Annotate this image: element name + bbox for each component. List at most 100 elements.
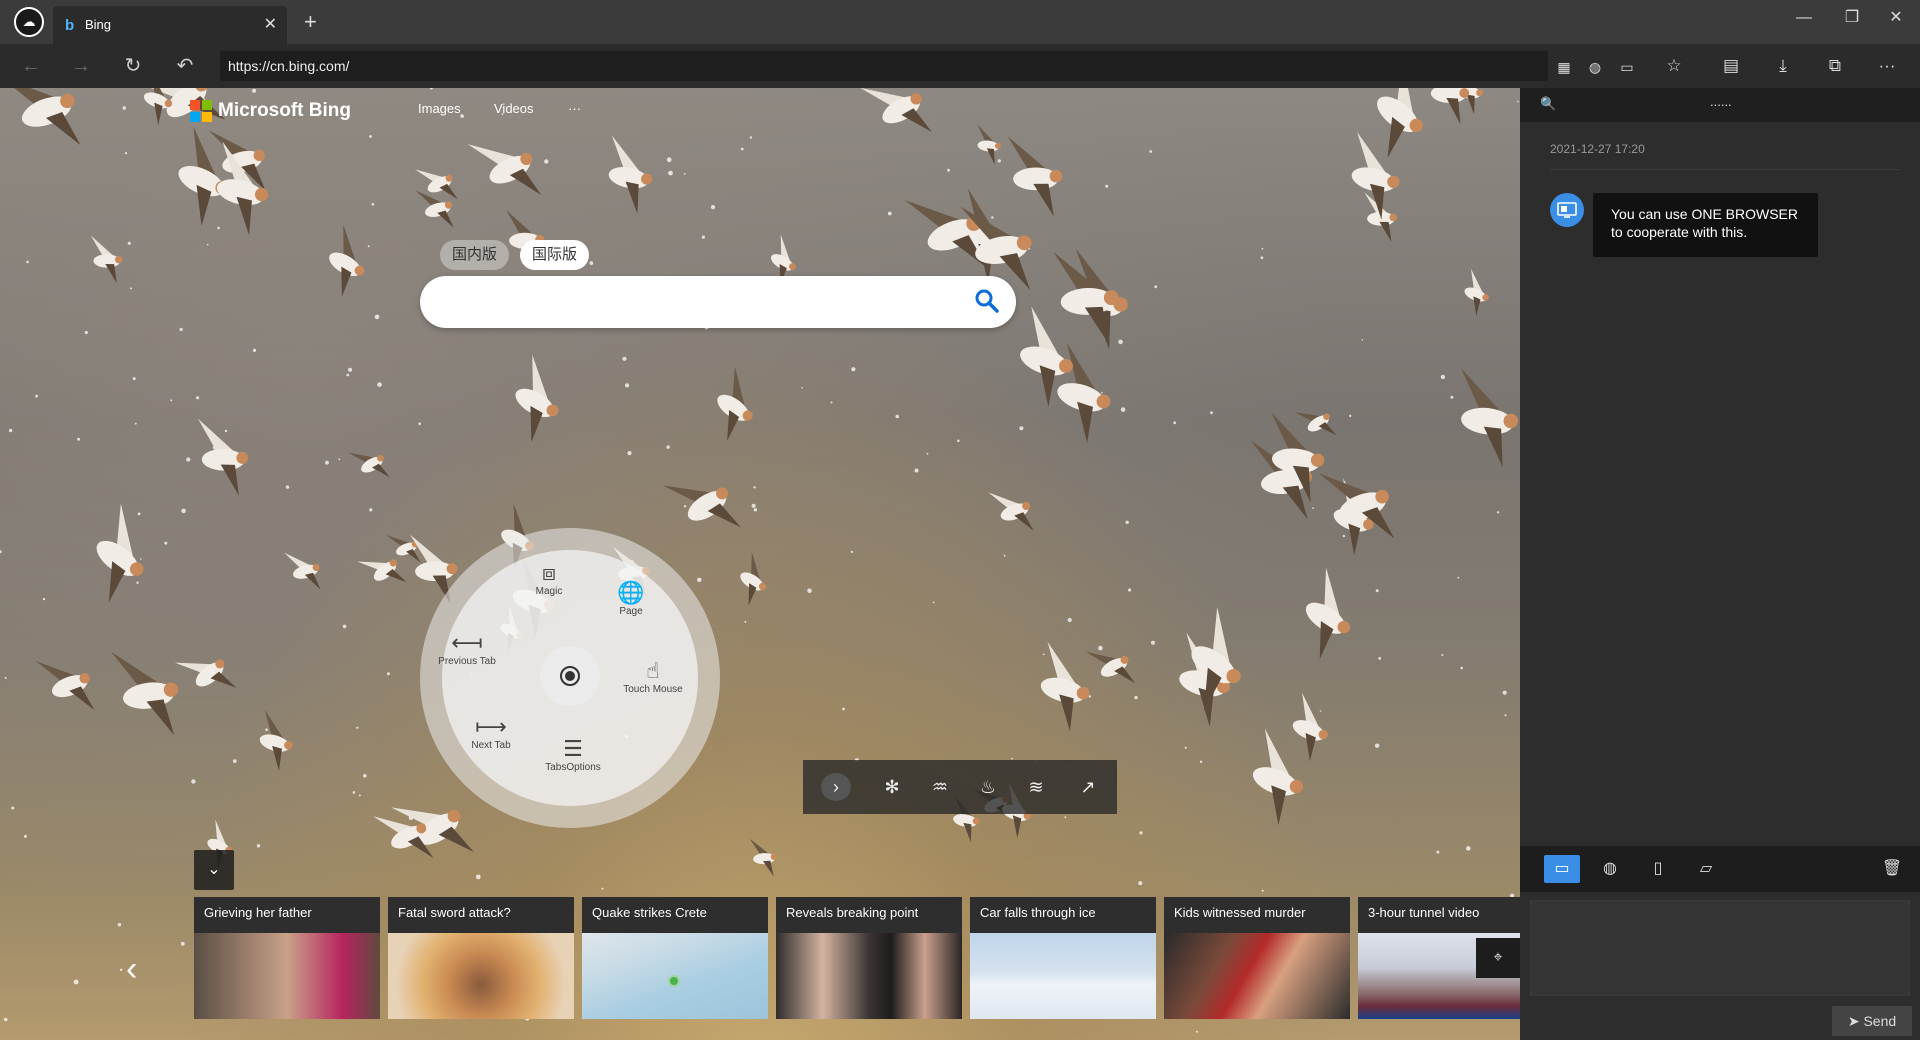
file-icon[interactable]: ▯ <box>1640 855 1676 883</box>
calculator-icon[interactable]: ▤ <box>1714 52 1748 80</box>
bird-shape <box>749 838 777 877</box>
news-card[interactable]: Reveals breaking point <box>776 897 962 1019</box>
monitor-icon[interactable]: ▭ <box>1544 855 1580 883</box>
side-chat-panel: 🔍 ...... 2021-12-27 17:20 You can use ON… <box>1520 88 1920 1040</box>
snowflake-dot <box>84 330 88 335</box>
region-international-tab[interactable]: 国际版 <box>520 240 590 270</box>
radial-item-page[interactable]: 🌐 Page <box>586 580 676 617</box>
snowflake-dot <box>1504 714 1507 717</box>
search-input[interactable] <box>420 276 1016 328</box>
bird-shape <box>284 552 321 590</box>
snowflake-dot <box>801 387 803 389</box>
favorite-star-icon[interactable]: ☆ <box>1657 52 1691 80</box>
snowflake-dot <box>35 394 38 398</box>
bird-shape <box>259 709 293 772</box>
region-domestic-tab[interactable]: 国内版 <box>440 240 510 270</box>
phone-icon[interactable]: ▱ <box>1688 855 1724 883</box>
snowflake-dot <box>42 597 46 601</box>
icicles-icon[interactable]: ♒ <box>925 773 955 801</box>
news-card[interactable]: Grieving her father <box>194 897 380 1019</box>
snowflake-dot <box>701 235 706 239</box>
forward-button[interactable]: → <box>66 52 96 80</box>
news-thumbnail-map <box>582 933 768 1019</box>
page-viewport[interactable]: Microsoft Bing Images Videos ··· 国内版 国际版… <box>0 88 1520 1040</box>
snowflake-dot <box>1460 666 1463 670</box>
message-input[interactable] <box>1530 900 1910 996</box>
fire-icon[interactable]: ♨ <box>973 773 1003 801</box>
restore-button[interactable]: ❐ <box>1832 4 1872 32</box>
more-menu-icon[interactable]: ··· <box>1870 52 1904 80</box>
images-link[interactable]: Images <box>418 101 461 116</box>
expand-chevron-icon[interactable]: › <box>821 773 851 801</box>
browser-tab[interactable]: b Bing ✕ <box>53 6 287 44</box>
back-button[interactable]: ← <box>16 52 46 80</box>
snowflake-dot <box>338 458 341 461</box>
download-icon[interactable]: ⤓ <box>1766 52 1800 80</box>
weather-lines-icon[interactable]: ≋ <box>1021 773 1051 801</box>
address-bar[interactable]: https://cn.bing.com/ <box>220 51 1548 81</box>
more-links-button[interactable]: ··· <box>568 101 581 116</box>
snowflake-dot <box>1042 653 1045 656</box>
snowflake-dot <box>1440 374 1446 380</box>
trash-icon[interactable]: 🗑 <box>1874 855 1910 883</box>
news-card[interactable]: Kids witnessed murder <box>1164 897 1350 1019</box>
snowflake-dot <box>127 241 131 245</box>
folder-icon[interactable]: ▭ <box>1615 56 1639 78</box>
snowflake-dot <box>1003 554 1006 557</box>
radial-item-touch-mouse[interactable]: ☝ Touch Mouse <box>608 658 698 695</box>
snowflake-dot <box>186 457 191 462</box>
bird-shape <box>860 88 933 133</box>
search-icon[interactable] <box>974 288 1000 314</box>
news-thumbnail <box>970 933 1156 1019</box>
news-card[interactable]: Car falls through ice <box>970 897 1156 1019</box>
radial-item-next-tab[interactable]: ⟼ Next Tab <box>446 714 536 751</box>
close-window-button[interactable]: ✕ <box>1876 4 1916 32</box>
radial-center-button[interactable] <box>540 646 600 706</box>
snowflake-dot <box>753 486 756 489</box>
snowflake-dot <box>622 356 627 361</box>
bird-shape <box>467 144 542 196</box>
snowflake-dot <box>751 503 756 508</box>
snowflake-dot <box>342 624 347 629</box>
app-cloud-logo-icon[interactable]: ☁ <box>14 7 44 37</box>
undo-button[interactable]: ↶ <box>170 52 200 80</box>
radial-item-label: TabsOptions <box>545 762 601 773</box>
snowflake-icon[interactable]: ✻ <box>877 773 907 801</box>
new-tab-button[interactable]: + <box>304 11 317 33</box>
news-card[interactable]: Quake strikes Crete <box>582 897 768 1019</box>
radial-item-previous-tab[interactable]: ⟻ Previous Tab <box>422 630 512 667</box>
refresh-button[interactable]: ↻ <box>118 52 148 80</box>
snowflake-dot <box>589 261 594 265</box>
snowflake-dot <box>122 106 127 110</box>
bird-shape <box>0 88 81 146</box>
send-button[interactable]: ➤ Send <box>1832 1006 1912 1036</box>
snowflake-dot <box>1342 534 1346 538</box>
share-icon[interactable]: ↗ <box>1073 773 1103 801</box>
snowflake-dot <box>957 439 960 443</box>
side-toolbar: ▭ ◍ ▯ ▱ 🗑 <box>1520 846 1920 892</box>
snowflake-dot <box>666 445 670 449</box>
globe-icon[interactable]: ◍ <box>1583 56 1607 78</box>
snowflake-dot <box>1128 588 1132 592</box>
side-search-icon[interactable]: 🔍 <box>1540 96 1556 112</box>
bird-shape <box>96 503 144 603</box>
snowflake-dot <box>1199 760 1203 763</box>
radial-item-magic[interactable]: ⧈ Magic <box>504 560 594 597</box>
bing-logo[interactable]: Microsoft Bing <box>190 98 351 124</box>
snowflake-dot <box>1098 645 1103 651</box>
cast-screen-icon[interactable]: ⧉ <box>1818 52 1852 80</box>
apps-grid-icon[interactable]: ▦ <box>1552 56 1576 78</box>
radial-gesture-menu[interactable]: ⧈ Magic 🌐 Page ⟻ Previous Tab ☝ Touch Mo… <box>420 528 720 828</box>
news-previous-arrow-icon[interactable]: ‹ <box>126 950 137 989</box>
snowflake-dot <box>666 157 672 163</box>
location-pin-icon[interactable]: ⌖ <box>1476 938 1520 978</box>
tab-close-icon[interactable]: ✕ <box>264 14 277 34</box>
globe-icon[interactable]: ◍ <box>1592 855 1628 883</box>
minimize-button[interactable]: — <box>1784 4 1824 32</box>
snowflake-dot <box>1261 889 1264 892</box>
bird-shape <box>515 354 559 443</box>
collapse-news-button[interactable]: ⌄ <box>194 850 234 890</box>
news-card[interactable]: Fatal sword attack? <box>388 897 574 1019</box>
videos-link[interactable]: Videos <box>494 101 534 116</box>
radial-item-tabs-options[interactable]: ☰ TabsOptions <box>528 736 618 773</box>
